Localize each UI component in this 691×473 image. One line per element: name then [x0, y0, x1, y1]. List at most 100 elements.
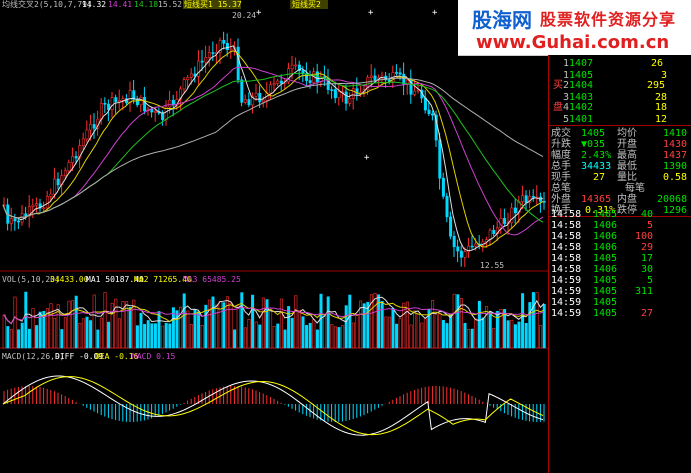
volume-bar	[146, 320, 150, 349]
volume-bar	[240, 292, 244, 349]
candle-body	[513, 207, 517, 214]
volume-bar	[60, 329, 64, 349]
candle-body	[45, 196, 49, 209]
volume-bar	[348, 294, 352, 349]
volume-bar	[319, 293, 323, 349]
candle-body	[279, 80, 283, 84]
volume-bar	[164, 322, 168, 349]
banner-url[interactable]: www.Guhai.com.cn	[476, 32, 669, 53]
candle-body	[143, 97, 147, 112]
candle-body	[89, 124, 93, 131]
indicator-label: 均线交叉2(5,10,7,79)	[2, 0, 92, 9]
volume-bar	[236, 305, 240, 349]
volume-bar	[189, 324, 193, 349]
volume-bar	[420, 322, 424, 349]
volume-bar	[423, 318, 427, 349]
volume-bar	[53, 318, 57, 349]
volume-bar	[24, 291, 28, 349]
macd-lines	[2, 375, 544, 436]
volume-bar	[452, 293, 456, 349]
candle-body	[290, 64, 294, 70]
moving-average-lines	[2, 45, 544, 252]
volume-bar	[269, 309, 273, 349]
candle-body	[56, 178, 60, 186]
volume-bar	[344, 305, 348, 349]
volume-bar	[110, 302, 114, 349]
banner-slogan: 股票软件资源分享	[540, 10, 677, 29]
candle-body	[470, 245, 474, 248]
volume-bar	[258, 324, 262, 349]
candle-body	[431, 113, 435, 116]
candle-body	[53, 178, 57, 195]
volume-bar	[35, 325, 39, 349]
candle-body	[121, 98, 125, 101]
candle-body	[438, 139, 442, 179]
volume-bar	[485, 306, 489, 349]
volume-bar	[153, 323, 157, 349]
candle-body	[189, 73, 193, 78]
volume-bar	[276, 323, 280, 349]
volume-bar	[6, 326, 10, 349]
volume-bar	[175, 310, 179, 349]
volume-bar	[470, 328, 474, 349]
volume-bar	[254, 321, 258, 349]
candle-body	[99, 102, 103, 120]
volume-bar	[294, 295, 298, 349]
candle-body	[459, 250, 463, 258]
volume-bar	[193, 309, 197, 349]
volume-bar	[323, 314, 327, 349]
volume-bar	[355, 313, 359, 349]
volume-bar	[27, 328, 31, 349]
tick-row: 14:58 1406 30	[551, 264, 654, 275]
volume-bar	[351, 322, 355, 349]
candle-body	[31, 204, 35, 207]
candle-body	[67, 162, 71, 172]
volume-bar	[510, 319, 514, 349]
volume-bar	[301, 316, 305, 349]
volume-bar	[398, 318, 402, 349]
candle-body	[207, 52, 211, 58]
candle-body	[330, 89, 334, 91]
volume-bar	[265, 299, 269, 349]
volume-bar	[362, 303, 366, 349]
candle-body	[416, 89, 420, 92]
kline-chart[interactable]: 均线交叉2(5,10,7,79) 14.32 14.41 14.18 15.52…	[0, 0, 548, 473]
divider-line	[549, 125, 691, 126]
volume-bar	[243, 327, 247, 349]
volume-bar	[200, 324, 204, 349]
volume-bar	[467, 329, 471, 349]
volume-bar	[186, 310, 190, 349]
candle-body	[204, 57, 208, 63]
volume-bar	[513, 324, 517, 349]
diff-line	[2, 375, 544, 436]
volume-bar	[290, 317, 294, 349]
price-value: 14.41	[108, 0, 132, 9]
candle-body	[369, 75, 373, 78]
vol-value: 34433.00	[50, 275, 89, 284]
candle-body	[225, 43, 229, 51]
volume-bar	[441, 320, 445, 349]
macd-histogram	[3, 386, 545, 422]
tick-row: 14:59 1405 27	[551, 308, 654, 319]
volume-bar	[31, 308, 35, 349]
volume-bar	[395, 323, 399, 349]
candle-body	[114, 97, 118, 103]
volume-bar	[215, 304, 219, 349]
candle-body	[13, 218, 17, 222]
orderbook-row: 5 1401 12	[563, 114, 668, 125]
volume-bar	[481, 317, 485, 349]
volume-bar	[474, 318, 478, 349]
volume-bar	[17, 329, 21, 349]
candle-body	[542, 201, 546, 203]
volume-bars	[2, 291, 546, 349]
side-label: 盘	[553, 102, 563, 113]
plus-marker-icon: +	[256, 8, 262, 18]
volume-bar	[107, 321, 111, 349]
volume-bar	[99, 317, 103, 349]
volume-bar	[477, 300, 481, 349]
candle-body	[229, 48, 233, 51]
site-banner[interactable]: 股海网 股票软件资源分享 www.Guhai.com.cn	[458, 0, 691, 56]
volume-bar	[197, 311, 201, 349]
volume-bar	[539, 325, 543, 349]
tick-row: 14:58 1406 100	[551, 231, 654, 242]
